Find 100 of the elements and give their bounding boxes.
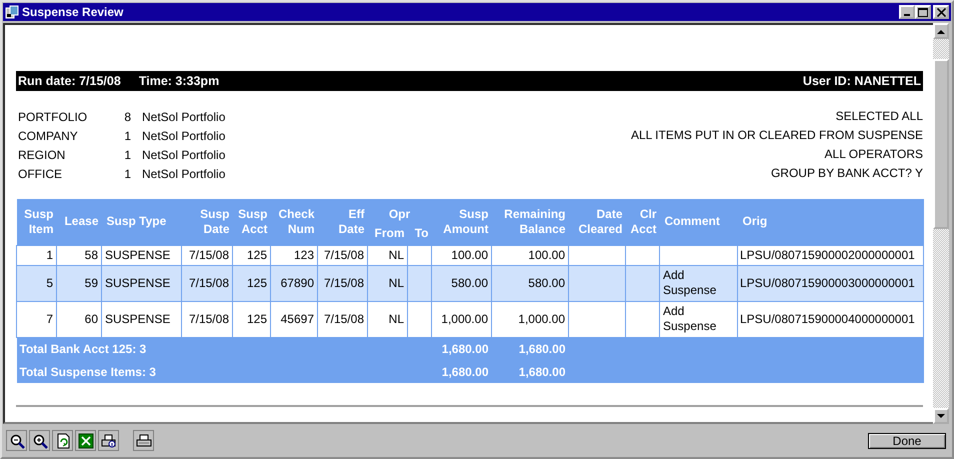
maximize-button[interactable] [915, 5, 931, 19]
table-cell: 45697 [280, 312, 314, 326]
up-arrow-icon [937, 28, 945, 34]
scroll-up-button[interactable] [933, 23, 949, 39]
column-header: Clr Acct [626, 199, 660, 245]
scroll-down-button[interactable] [933, 408, 949, 424]
table-cell: NL [388, 276, 404, 290]
table-cell: 7/15/08 [188, 276, 229, 290]
column-header: Susp Item [16, 199, 56, 245]
total-label: Total Suspense Items: 3 [20, 364, 156, 378]
total-balance: 1,680.00 [518, 342, 566, 356]
table-cell: 7/15/08 [324, 312, 364, 326]
table-cell: 7 [46, 312, 53, 326]
table-cell: 67890 [280, 276, 314, 290]
table-cell: NL [388, 248, 404, 262]
table-cell: Add Suspense [663, 304, 716, 333]
filter-name: NetSol Portfolio [142, 148, 226, 162]
table-cell: 123 [294, 248, 314, 262]
total-label: Total Bank Acct 125: 3 [20, 342, 146, 356]
user-id: User ID: NANETTEL [802, 74, 921, 88]
spreadsheet-icon [78, 432, 94, 448]
table-cell: 125 [246, 248, 267, 262]
table-cell: 100.00 [528, 248, 565, 262]
table-cell: LPSU/080715900002000000001 [740, 248, 915, 262]
total-amount: 1,680.00 [442, 364, 488, 378]
done-button[interactable]: Done [868, 432, 946, 448]
criteria-text: ALL ITEMS PUT IN OR CLEARED FROM SUSPENSE [630, 127, 923, 144]
zoom-in-icon [32, 432, 48, 448]
close-button[interactable] [933, 5, 949, 19]
zoom-out-icon [8, 432, 24, 448]
zoom-in-button[interactable] [29, 430, 50, 451]
criteria-text: SELECTED ALL [836, 108, 923, 125]
filter-code: 1 [123, 128, 131, 142]
column-header: Comment [660, 199, 738, 245]
column-header: Eff Date [318, 199, 368, 245]
table-cell: 100.00 [451, 248, 488, 262]
filter-label: PORTFOLIO [18, 110, 88, 124]
filter-name: NetSol Portfolio [142, 128, 226, 142]
column-header: From [368, 222, 408, 245]
table-cell: NL [388, 312, 404, 326]
printer-icon [136, 432, 152, 448]
maximize-icon [918, 8, 928, 16]
table-cell: 5 [46, 276, 53, 290]
column-header: Orig [738, 199, 924, 245]
column-header: Susp Type [102, 199, 182, 245]
table-cell: 580.00 [451, 276, 488, 290]
table-cell: 58 [84, 248, 98, 262]
criteria-text: ALL OPERATORS [824, 146, 923, 163]
table-cell: 7/15/08 [188, 248, 229, 262]
table-cell: 59 [84, 276, 98, 290]
table-cell: SUSPENSE [105, 276, 170, 290]
table-cell: 7/15/08 [188, 312, 229, 326]
run-time: Time: 3:33pm [138, 74, 220, 88]
refresh-page-icon [54, 432, 70, 448]
refresh-page-button[interactable] [52, 430, 73, 451]
window-title: Suspense Review [22, 5, 124, 19]
table-cell: 60 [84, 312, 98, 326]
table-cell: SUSPENSE [105, 312, 170, 326]
table-cell: 125 [246, 276, 267, 290]
filter-code: 1 [123, 166, 131, 180]
total-balance: 1,680.00 [518, 364, 566, 378]
column-header: Susp Acct [232, 199, 270, 245]
filter-code: 8 [123, 110, 131, 124]
column-header: To [408, 222, 432, 245]
column-header: Remaining Balance [492, 199, 568, 245]
filter-label: COMPANY [18, 128, 79, 142]
table-cell: 1 [46, 248, 53, 262]
zoom-out-button[interactable] [6, 430, 27, 451]
criteria-text: GROUP BY BANK ACCT? Y [770, 165, 923, 182]
column-header: Date Cleared [568, 199, 626, 245]
filter-name: NetSol Portfolio [142, 110, 226, 124]
minimize-icon [904, 14, 910, 16]
close-icon [936, 8, 946, 16]
filter-code: 1 [123, 148, 131, 162]
spreadsheet-button[interactable] [75, 430, 96, 451]
column-header: Lease [56, 199, 102, 245]
run-date: Run date: 7/15/08 [18, 74, 121, 88]
column-group-header: Opr [368, 199, 432, 222]
table-cell: LPSU/080715900003000000001 [740, 276, 915, 290]
printer-info-button[interactable] [98, 430, 119, 451]
table-cell: LPSU/080715900004000000001 [740, 312, 915, 326]
scrollbar-thumb[interactable] [933, 59, 949, 229]
total-amount: 1,680.00 [442, 342, 488, 356]
filter-label: REGION [18, 148, 66, 162]
column-header: Susp Amount [432, 199, 492, 245]
printer-info-icon [100, 432, 116, 448]
filter-label: OFFICE [18, 166, 63, 180]
table-cell: 7/15/08 [324, 276, 364, 290]
minimize-button[interactable] [899, 5, 915, 19]
filter-name: NetSol Portfolio [142, 166, 226, 180]
table-cell: 1,000.00 [518, 312, 565, 326]
table-cell: 7/15/08 [324, 248, 364, 262]
column-header: Susp Date [182, 199, 232, 245]
printer-button[interactable] [133, 430, 154, 451]
column-header: Check Num [270, 199, 318, 245]
table-cell: 125 [246, 312, 267, 326]
table-cell: SUSPENSE [105, 248, 170, 262]
down-arrow-icon [937, 414, 945, 418]
table-cell: 580.00 [528, 276, 565, 290]
app-icon [5, 5, 19, 19]
